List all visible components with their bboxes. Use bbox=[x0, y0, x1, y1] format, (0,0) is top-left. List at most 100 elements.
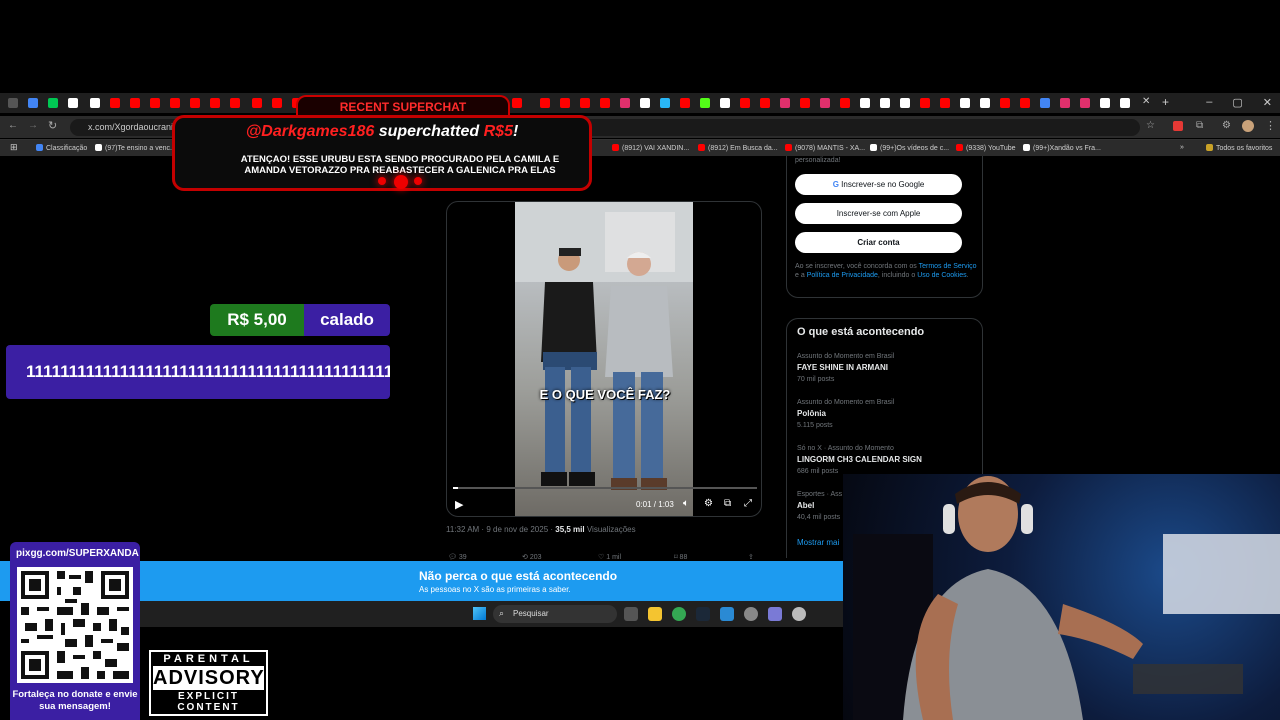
apps-icon[interactable]: ⊞ bbox=[10, 142, 18, 153]
browser-tab[interactable] bbox=[980, 98, 990, 108]
trends-title: O que está acontecendo bbox=[797, 326, 925, 338]
chevron-right-icon[interactable]: » bbox=[1180, 144, 1184, 151]
mute-icon[interactable]: 🔈︎ bbox=[683, 498, 689, 509]
bookmark-item[interactable]: (9078) MANTIS - XA... bbox=[785, 144, 865, 152]
browser-tab[interactable] bbox=[1000, 98, 1010, 108]
close-window-button[interactable]: ✕ bbox=[1263, 96, 1272, 109]
share-icon[interactable]: ⇪ bbox=[748, 553, 754, 561]
profile-avatar[interactable] bbox=[1242, 120, 1254, 132]
browser-tab[interactable] bbox=[1060, 98, 1070, 108]
browser-tab[interactable] bbox=[8, 98, 18, 108]
app-icon[interactable] bbox=[768, 607, 782, 621]
bookmark-item[interactable]: Classificação bbox=[36, 144, 87, 152]
browser-tab[interactable] bbox=[780, 98, 790, 108]
browser-tab[interactable] bbox=[68, 98, 78, 108]
bookmark-item[interactable]: (8912) Em Busca da... bbox=[698, 144, 778, 152]
superchat-title: @Darkgames186 superchatted R$5! bbox=[245, 123, 519, 140]
reply-button[interactable]: 💬︎ 39 bbox=[448, 553, 467, 561]
browser-tab[interactable] bbox=[640, 98, 650, 108]
video-progress-bar[interactable] bbox=[453, 487, 757, 489]
maximize-button[interactable]: ▢ bbox=[1232, 96, 1242, 109]
bookmark-item[interactable]: (97)Te ensino a venc... bbox=[95, 144, 176, 152]
back-icon[interactable]: ← bbox=[8, 120, 18, 131]
pix-qr-card: pixgg.com/SUPERXANDA Fortaleça no donate… bbox=[10, 542, 140, 720]
fullscreen-icon[interactable]: ⤢ bbox=[744, 498, 752, 509]
chrome-icon[interactable] bbox=[672, 607, 686, 621]
close-tab-icon[interactable]: ✕ bbox=[1142, 96, 1150, 107]
browser-tab[interactable] bbox=[800, 98, 810, 108]
app-icon[interactable] bbox=[720, 607, 734, 621]
browser-tab[interactable] bbox=[1120, 98, 1130, 108]
bookmark-item[interactable]: (8912) VAI XANDIN... bbox=[612, 144, 689, 152]
browser-tab[interactable] bbox=[860, 98, 870, 108]
bookmark-item[interactable]: (99+)Xandão vs Fra... bbox=[1023, 144, 1101, 152]
browser-tab[interactable] bbox=[700, 98, 710, 108]
forward-icon[interactable]: → bbox=[28, 120, 38, 131]
browser-tab[interactable] bbox=[720, 98, 730, 108]
browser-tab[interactable] bbox=[600, 98, 610, 108]
trend-item[interactable]: Só no X · Assunto do Momento LINGORM CH3… bbox=[797, 445, 977, 475]
cookies-link[interactable]: Uso de Cookies bbox=[917, 272, 966, 279]
browser-tab[interactable] bbox=[680, 98, 690, 108]
taskbar-search[interactable]: ⌕ Pesquisar bbox=[493, 605, 617, 623]
settings-icon[interactable] bbox=[744, 607, 758, 621]
browser-tab[interactable] bbox=[48, 98, 58, 108]
bookmark-item[interactable]: (9338) YouTube bbox=[956, 144, 1016, 152]
views-label: Visualizações bbox=[584, 525, 636, 534]
browser-tab[interactable] bbox=[130, 98, 140, 108]
browser-tab[interactable] bbox=[940, 98, 950, 108]
apple-signup-button[interactable]: Inscrever-se com Apple bbox=[795, 203, 962, 224]
browser-tab[interactable] bbox=[760, 98, 770, 108]
new-tab-button[interactable]: + bbox=[1162, 95, 1169, 109]
settings-icon[interactable]: ⚙ bbox=[1222, 120, 1231, 131]
settings-icon[interactable]: ⚙ bbox=[704, 498, 713, 509]
show-more-link[interactable]: Mostrar mai bbox=[797, 538, 839, 547]
browser-tab[interactable] bbox=[110, 98, 120, 108]
browser-tab[interactable] bbox=[920, 98, 930, 108]
reload-icon[interactable]: ↻ bbox=[48, 119, 57, 132]
task-view-icon[interactable] bbox=[624, 607, 638, 621]
browser-tab[interactable] bbox=[90, 98, 100, 108]
browser-tab[interactable] bbox=[900, 98, 910, 108]
browser-tab[interactable] bbox=[28, 98, 38, 108]
all-favorites[interactable]: Todos os favoritos bbox=[1206, 144, 1272, 152]
signup-text: personalizada! bbox=[795, 157, 841, 164]
extension-icon[interactable] bbox=[1173, 121, 1183, 131]
app-icon[interactable] bbox=[792, 607, 806, 621]
browser-tab[interactable] bbox=[660, 98, 670, 108]
browser-tab[interactable] bbox=[840, 98, 850, 108]
repost-button[interactable]: ⟲ 203 bbox=[522, 553, 542, 561]
create-account-button[interactable]: Criar conta bbox=[795, 232, 962, 253]
donation-name: calado bbox=[304, 304, 390, 336]
star-icon[interactable]: ☆ bbox=[1146, 120, 1155, 131]
privacy-link[interactable]: Política de Privacidade bbox=[807, 272, 878, 279]
windows-start-icon[interactable] bbox=[473, 607, 486, 620]
browser-tab[interactable] bbox=[740, 98, 750, 108]
browser-tab[interactable] bbox=[960, 98, 970, 108]
bookmark-button[interactable]: ⌑ 88 bbox=[674, 553, 687, 561]
steam-icon[interactable] bbox=[696, 607, 710, 621]
browser-tab[interactable] bbox=[1100, 98, 1110, 108]
pip-icon[interactable]: ⧉ bbox=[724, 498, 731, 509]
menu-icon[interactable]: ⋮ bbox=[1265, 119, 1276, 132]
video-frame bbox=[515, 202, 693, 516]
tweet-video[interactable]: E O QUE VOCÊ FAZ? ▶ 0:01 / 1:03 🔈︎ ⚙ ⧉ ⤢ bbox=[446, 201, 762, 517]
extensions-icon[interactable]: ⧉ bbox=[1196, 120, 1203, 131]
trend-item[interactable]: Assunto do Momento em Brasil Polônia 5.1… bbox=[797, 399, 977, 429]
browser-tab[interactable] bbox=[880, 98, 890, 108]
browser-tab[interactable] bbox=[1040, 98, 1050, 108]
qr-code-image bbox=[17, 567, 133, 683]
browser-tab[interactable] bbox=[150, 98, 160, 108]
terms-link[interactable]: Termos de Serviço bbox=[919, 263, 977, 270]
browser-tab[interactable] bbox=[620, 98, 630, 108]
browser-tab[interactable] bbox=[1020, 98, 1030, 108]
trend-item[interactable]: Assunto do Momento em Brasil FAYE SHINE … bbox=[797, 353, 977, 383]
bookmark-item[interactable]: (99+)Os vídeos de c... bbox=[870, 144, 949, 152]
google-signup-button[interactable]: G Inscrever-se no Google bbox=[795, 174, 962, 195]
folder-icon[interactable] bbox=[648, 607, 662, 621]
like-button[interactable]: ♡ 1 mil bbox=[598, 553, 621, 561]
browser-tab[interactable] bbox=[1080, 98, 1090, 108]
browser-tab[interactable] bbox=[820, 98, 830, 108]
minimize-button[interactable]: – bbox=[1206, 96, 1212, 109]
play-icon[interactable]: ▶ bbox=[455, 498, 463, 511]
